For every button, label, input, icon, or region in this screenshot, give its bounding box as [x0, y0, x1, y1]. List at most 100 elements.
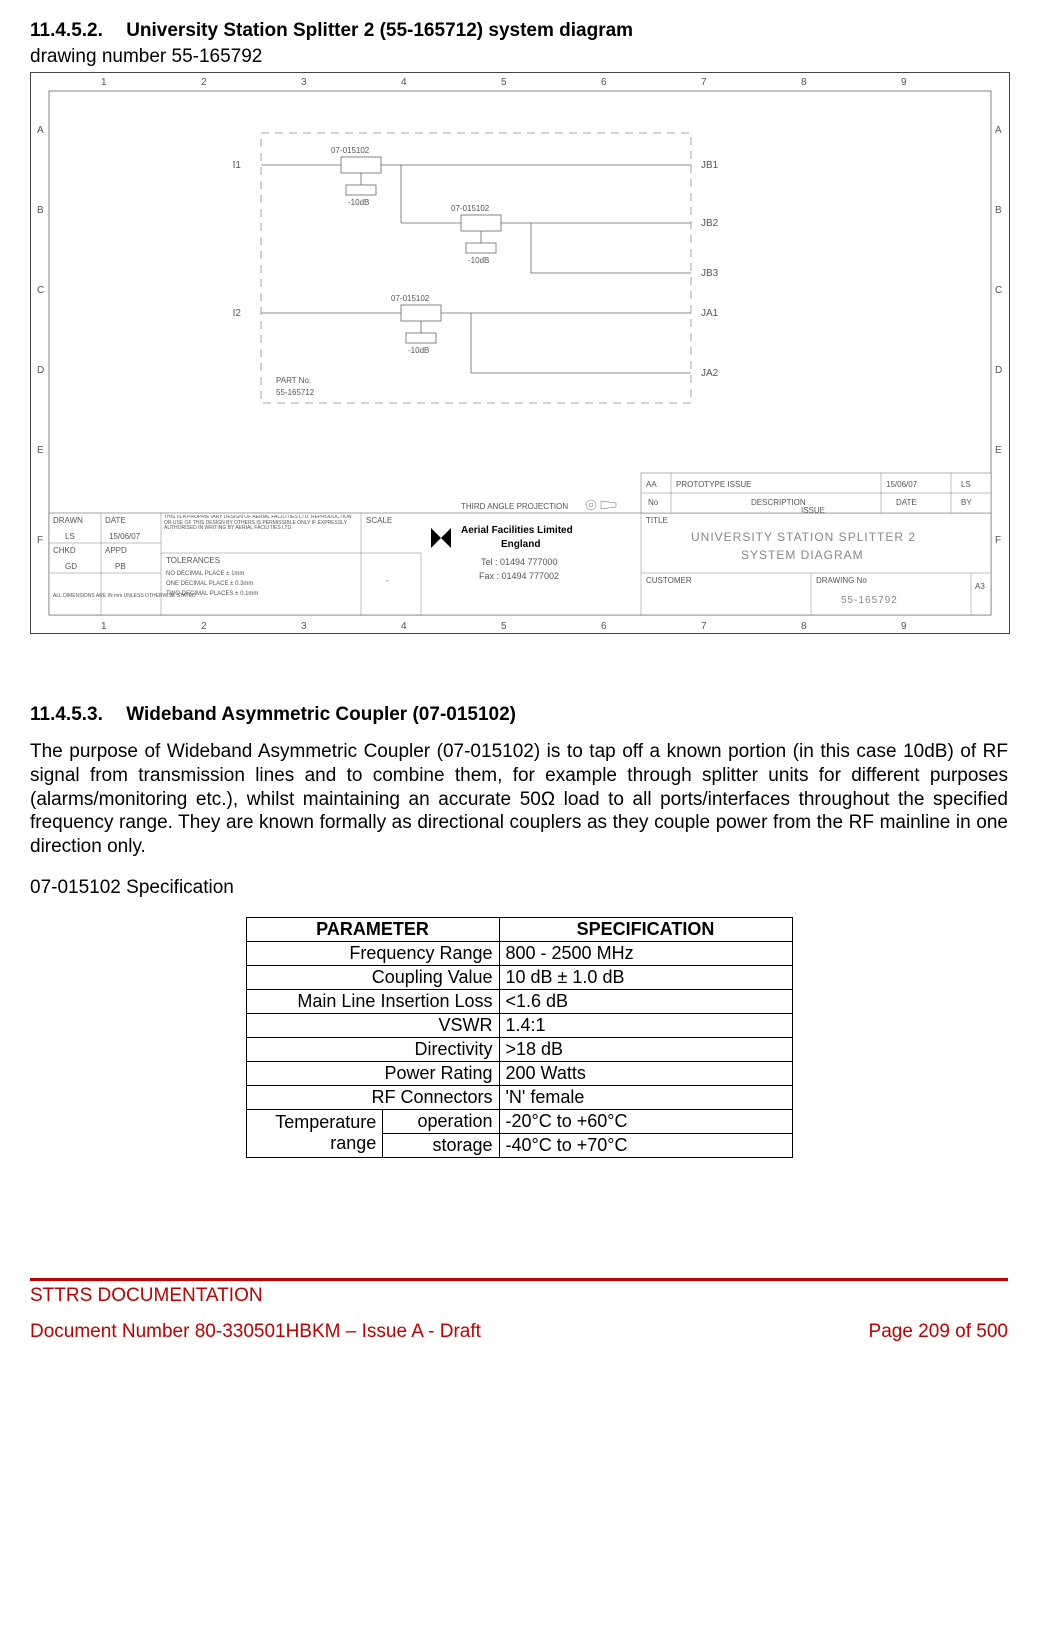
svg-text:3: 3	[301, 77, 307, 88]
svg-text:D: D	[995, 365, 1002, 376]
svg-text:E: E	[995, 445, 1002, 456]
svg-text:-10dB: -10dB	[468, 256, 489, 265]
grid-right: A B C D E F	[995, 125, 1002, 546]
section-1-number: 11.4.5.2.	[30, 20, 103, 41]
grid-top: 1 2 3 4 5 6 7 8 9	[101, 77, 907, 88]
footer-docnum: Document Number 80-330501HBKM – Issue A …	[30, 1321, 481, 1343]
svg-text:B: B	[995, 205, 1002, 216]
svg-text:5: 5	[501, 77, 507, 88]
svg-text:LS: LS	[65, 532, 75, 541]
coupler-description: The purpose of Wideband Asymmetric Coupl…	[30, 740, 1008, 859]
svg-text:-10dB: -10dB	[348, 198, 369, 207]
svg-text:DRAWING No: DRAWING No	[816, 576, 867, 585]
svg-text:15/06/07: 15/06/07	[109, 532, 141, 541]
footer-page: Page 209 of 500	[869, 1321, 1008, 1343]
svg-text:2: 2	[201, 77, 207, 88]
col-spec: SPECIFICATION	[499, 917, 792, 941]
svg-text:4: 4	[401, 77, 407, 88]
svg-text:UNIVERSITY STATION SPLITTER 2: UNIVERSITY STATION SPLITTER 2	[691, 530, 916, 544]
col-parameter: PARAMETER	[246, 917, 499, 941]
svg-text:8: 8	[801, 621, 807, 632]
svg-text:Aerial Facilities Limited: Aerial Facilities Limited	[461, 525, 573, 536]
svg-text:NO DECIMAL PLACE ± 1mm: NO DECIMAL PLACE ± 1mm	[166, 571, 244, 577]
svg-text:JA2: JA2	[701, 368, 719, 379]
spec-table: PARAMETER SPECIFICATION Frequency Range8…	[246, 917, 793, 1158]
svg-text:PB: PB	[115, 562, 126, 571]
svg-text:A: A	[995, 125, 1002, 136]
svg-text:THIRD ANGLE PROJECTION: THIRD ANGLE PROJECTION	[461, 502, 568, 511]
svg-text:BY: BY	[961, 498, 972, 507]
svg-text:SCALE: SCALE	[366, 516, 392, 525]
svg-text:1: 1	[101, 621, 107, 632]
svg-text:PART No.: PART No.	[276, 376, 311, 385]
svg-text:DATE: DATE	[896, 498, 917, 507]
svg-text:F: F	[37, 535, 43, 546]
table-row: Temperature range operation -20°C to +60…	[246, 1109, 792, 1133]
svg-text:DESCRIPTION: DESCRIPTION	[751, 498, 806, 507]
section-1-title: University Station Splitter 2 (55-165712…	[126, 20, 633, 41]
svg-text:TOLERANCES: TOLERANCES	[166, 556, 220, 565]
table-row: Power Rating200 Watts	[246, 1061, 792, 1085]
section-2-number: 11.4.5.3.	[30, 704, 103, 725]
svg-text:07-015102: 07-015102	[451, 204, 490, 213]
drawing-reference: drawing number 55-165792	[30, 46, 1008, 68]
svg-text:JB3: JB3	[701, 268, 719, 279]
svg-text:Fax : 01494 777002: Fax : 01494 777002	[479, 571, 559, 581]
svg-text:JB2: JB2	[701, 218, 719, 229]
svg-text:LS: LS	[961, 480, 971, 489]
svg-text:D: D	[37, 365, 44, 376]
svg-text:E: E	[37, 445, 44, 456]
svg-text:PROTOTYPE ISSUE: PROTOTYPE ISSUE	[676, 480, 751, 489]
table-row: VSWR1.4:1	[246, 1013, 792, 1037]
svg-text:3: 3	[301, 621, 307, 632]
svg-text:1: 1	[101, 77, 107, 88]
svg-text:-10dB: -10dB	[408, 346, 429, 355]
table-row: Directivity>18 dB	[246, 1037, 792, 1061]
svg-text:C: C	[995, 285, 1002, 296]
svg-text:F: F	[995, 535, 1001, 546]
table-row: RF Connectors'N' female	[246, 1085, 792, 1109]
svg-text:07-015102: 07-015102	[331, 146, 370, 155]
svg-text:JB1: JB1	[701, 160, 719, 171]
svg-text:No: No	[648, 498, 659, 507]
svg-text:-: -	[386, 576, 389, 585]
svg-text:55-165792: 55-165792	[841, 595, 898, 606]
svg-text:ONE DECIMAL PLACE ± 0.3mm: ONE DECIMAL PLACE ± 0.3mm	[166, 581, 253, 587]
section-2-title: Wideband Asymmetric Coupler (07-015102)	[126, 704, 516, 725]
svg-text:AA: AA	[646, 480, 657, 489]
svg-text:07-015102: 07-015102	[391, 294, 430, 303]
svg-text:6: 6	[601, 621, 607, 632]
svg-text:2: 2	[201, 621, 207, 632]
svg-text:I1: I1	[233, 160, 242, 171]
svg-text:CHKD: CHKD	[53, 546, 76, 555]
footer-rule	[30, 1278, 1008, 1281]
svg-text:CUSTOMER: CUSTOMER	[646, 576, 692, 585]
svg-text:ISSUE: ISSUE	[801, 506, 825, 515]
svg-text:SYSTEM DIAGRAM: SYSTEM DIAGRAM	[741, 548, 864, 562]
svg-text:I2: I2	[233, 308, 242, 319]
svg-text:15/06/07: 15/06/07	[886, 480, 918, 489]
svg-text:C: C	[37, 285, 44, 296]
spec-heading: 07-015102 Specification	[30, 877, 1008, 899]
svg-text:9: 9	[901, 621, 907, 632]
table-row: Coupling Value10 dB ± 1.0 dB	[246, 965, 792, 989]
svg-text:6: 6	[601, 77, 607, 88]
svg-text:5: 5	[501, 621, 507, 632]
svg-text:TITLE: TITLE	[646, 516, 668, 525]
svg-text:APPD: APPD	[105, 546, 127, 555]
svg-text:A: A	[37, 125, 44, 136]
svg-text:7: 7	[701, 621, 707, 632]
svg-text:55-165712: 55-165712	[276, 388, 315, 397]
title-block: AA PROTOTYPE ISSUE 15/06/07 LS No DESCRI…	[49, 473, 991, 615]
system-diagram: 1 2 3 4 5 6 7 8 9 1 2 3 4 5 6 7 8 9 A B …	[30, 72, 1010, 634]
svg-text:JA1: JA1	[701, 308, 719, 319]
svg-text:7: 7	[701, 77, 707, 88]
grid-left: A B C D E F	[37, 125, 44, 546]
svg-text:8: 8	[801, 77, 807, 88]
table-row: Main Line Insertion Loss<1.6 dB	[246, 989, 792, 1013]
svg-text:4: 4	[401, 621, 407, 632]
svg-text:Tel : 01494 777000: Tel : 01494 777000	[481, 557, 558, 567]
svg-text:A3: A3	[975, 582, 985, 591]
footer-meta: Document Number 80-330501HBKM – Issue A …	[30, 1321, 1008, 1343]
section-1-heading: 11.4.5.2. University Station Splitter 2 …	[30, 20, 1008, 42]
